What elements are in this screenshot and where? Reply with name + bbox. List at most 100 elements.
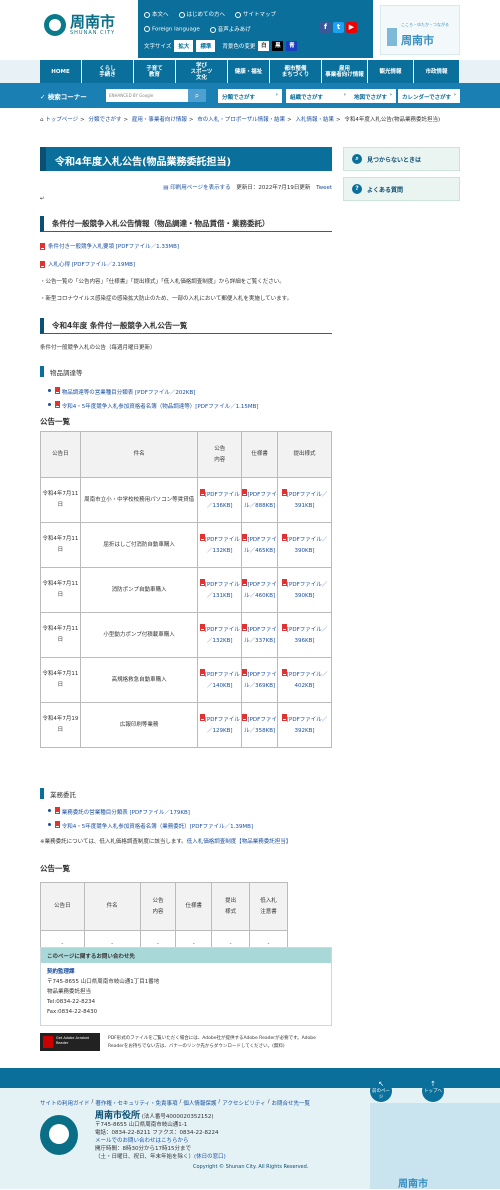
cell-form-pdf[interactable]: [PDFファイル／396KB]	[277, 612, 332, 658]
contact-department: 契約監理課	[47, 969, 75, 975]
cell-spec-pdf[interactable]: [PDFファイル／358KB]	[241, 702, 279, 748]
breadcrumb-bidding[interactable]: 市の入札・プロポーザル情報・結果	[197, 117, 285, 123]
cell-form-pdf[interactable]: [PDFファイル／402KB]	[277, 657, 332, 703]
prev-page-button[interactable]: ↖ 前のページ	[370, 1080, 392, 1102]
bg-white-button[interactable]: 白	[258, 41, 270, 51]
search-by-calendar[interactable]: カレンダーでさがす	[398, 89, 460, 103]
table-row: 令和4年7月11日 屈折はしご付消防自動車購入 [PDFファイル／132KB] [PD…	[40, 522, 332, 568]
cell-notice-pdf[interactable]: [PDFファイル／140KB]	[197, 657, 243, 703]
nav-education[interactable]: 子育て 教育	[134, 60, 176, 83]
search-by-map[interactable]: 地図でさがす	[350, 89, 396, 103]
cell-title: 小型動力ポンプ付積載車購入	[79, 612, 199, 658]
cell-form-pdf[interactable]: [PDFファイル／391KB]	[277, 477, 332, 523]
footer-link-privacy[interactable]: 個人情報保護	[183, 1099, 216, 1107]
cell-spec-pdf[interactable]: [PDFファイル／460KB]	[241, 567, 279, 613]
cell-notice-pdf[interactable]: [PDFファイル／129KB]	[197, 702, 243, 748]
copyright: Copyright © Shunan City. All Rights Rese…	[193, 1164, 309, 1170]
footer-link-accessibility[interactable]: アクセシビリティ	[222, 1099, 265, 1107]
low-bid-link[interactable]: 低入札価格調査制度【物品業務委託担当】	[187, 839, 292, 845]
pdf-icon	[281, 668, 287, 676]
nav-urban[interactable]: 都市整備 まちづくり	[270, 60, 322, 83]
goods-link-1[interactable]: 物品調達等の営業種目分類表 [PDFファイル／202KB]	[40, 387, 332, 396]
cell-title: 広報印刷等業務	[79, 702, 199, 748]
main-content: 令和4年度入札公告(物品業務委託担当) ▤ 印刷用ページを表示する 更新日：20…	[40, 147, 332, 959]
footer-mail-link[interactable]: メールでのお問い合わせはこちらから	[95, 1138, 189, 1144]
sidebar: ⌕ 見つからないときは ? よくある質問	[343, 147, 460, 207]
page-top-button[interactable]: ↑ トップへ	[422, 1080, 444, 1102]
footer-tel: 電話：0834-22-8211 ファクス：0834-22-8224	[95, 1130, 219, 1136]
twitter-icon[interactable]: t	[333, 22, 344, 33]
col-spec: 仕様書	[175, 882, 213, 931]
pdf-link-rules[interactable]: 入札心得 [PDFファイル／2.19MB]	[40, 260, 332, 268]
tweet-link[interactable]: Tweet	[316, 185, 332, 191]
nav-living[interactable]: くらし 手続き	[82, 60, 134, 83]
breadcrumb-bid-info[interactable]: 入札情報・結果	[296, 117, 335, 123]
breadcrumb-category[interactable]: 分類でさがす	[89, 117, 122, 123]
nav-culture[interactable]: 学び スポーツ 文化	[176, 60, 228, 83]
search-by-organization[interactable]: 組織でさがす	[286, 89, 350, 103]
cell-form-pdf[interactable]: [PDFファイル／390KB]	[277, 522, 332, 568]
cell-notice-pdf[interactable]: [PDFファイル／136KB]	[197, 477, 243, 523]
pdf-icon	[40, 260, 45, 268]
nav-home[interactable]: HOME	[40, 60, 82, 83]
cell-form-pdf[interactable]: [PDFファイル／392KB]	[277, 702, 332, 748]
nav-tourism[interactable]: 観光情報	[368, 60, 414, 83]
shield-icon	[178, 11, 185, 18]
cell-spec-pdf[interactable]: [PDFファイル／337KB]	[241, 612, 279, 658]
footer-closed: （土・日曜日、祝日、年末年始を除く）	[95, 1154, 195, 1160]
search-by-category[interactable]: 分類でさがす	[218, 89, 282, 103]
nav-business[interactable]: 雇用 事業者向け情報	[322, 60, 368, 83]
nav-city-govt[interactable]: 市政情報	[414, 60, 460, 83]
page-meta: ▤ 印刷用ページを表示する 更新日：2022年7月19日更新 Tweet	[40, 183, 332, 191]
breadcrumb: ⌂ トップページ > 分類でさがす > 雇用・事業者向け情報 > 市の入札・プロポーザ…	[40, 117, 441, 123]
footer-link-copyright[interactable]: 著作権・セキュリティ・免責事項	[95, 1099, 177, 1107]
foreign-language-link[interactable]: Foreign language	[144, 25, 200, 32]
footer-city-office: 周南市役所	[95, 1111, 141, 1121]
cell-spec-pdf[interactable]: [PDFファイル／465KB]	[241, 522, 279, 568]
skip-to-content-link[interactable]: 本文へ	[144, 10, 169, 18]
voice-reader-link[interactable]: 音声よみあげ	[209, 25, 251, 33]
cell-spec-pdf[interactable]: [PDFファイル／888KB]	[241, 477, 279, 523]
font-standard-button[interactable]: 標準	[196, 40, 216, 52]
first-time-link[interactable]: はじめての方へ	[178, 10, 225, 18]
print-link[interactable]: ▤ 印刷用ページを表示する	[163, 185, 230, 191]
site-logo[interactable]: 周南市 SHUNAN CITY	[44, 14, 115, 36]
nav-welfare[interactable]: 健康・福祉	[228, 60, 270, 83]
not-found-link[interactable]: ⌕ 見つからないときは	[343, 147, 460, 171]
adobe-reader-badge[interactable]: Get Adobe Acrobat Reader	[40, 1033, 100, 1051]
pdf-link-guidelines[interactable]: 条件付き一般競争入札要領 [PDFファイル／1.33MB]	[40, 242, 332, 250]
service-link-1[interactable]: 業務委託の営業種目分類表 [PDFファイル／179KB]	[40, 807, 332, 816]
table-row: 令和4年7月11日 小型動力ポンプ付積載車購入 [PDFファイル／132KB] [PD…	[40, 612, 332, 658]
cell-notice-pdf[interactable]: [PDFファイル／132KB]	[197, 612, 243, 658]
breadcrumb-top[interactable]: トップページ	[45, 117, 78, 123]
cell-date: 令和4年7月11日	[40, 612, 81, 658]
sitemap-link[interactable]: サイトマップ	[235, 10, 276, 18]
goods-link-2[interactable]: 令和4・5年度競争入札参加資格者名簿（物品調達等）[PDFファイル／1.15MB…	[40, 401, 332, 410]
footer-link-contacts[interactable]: お問合せ先一覧	[272, 1099, 311, 1107]
brand-name: 周南市	[401, 34, 434, 47]
search-input[interactable]: ENHANCED BY Google	[106, 89, 188, 102]
footer-address: 〒745-8655 山口県周南市岐山通1-1	[95, 1122, 188, 1128]
search-icon[interactable]: ⌕	[188, 89, 206, 102]
cell-form-pdf[interactable]: [PDFファイル／390KB]	[277, 567, 332, 613]
cell-notice-pdf[interactable]: [PDFファイル／132KB]	[197, 522, 243, 568]
bg-black-button[interactable]: 黒	[272, 41, 284, 51]
faq-link[interactable]: ? よくある質問	[343, 177, 460, 201]
breadcrumb-business[interactable]: 雇用・事業者向け情報	[132, 117, 187, 123]
cell-notice-pdf[interactable]: [PDFファイル／131KB]	[197, 567, 243, 613]
site-footer: サイトの利用ガイド / 著作権・セキュリティ・免責事項 / 個人情報保護 / アクセシ…	[0, 1068, 500, 1190]
pdf-icon	[199, 578, 205, 586]
font-large-button[interactable]: 拡大	[174, 40, 194, 52]
service-link-2[interactable]: 令和4・5年度競争入札参加資格者名簿（業務委託）[PDFファイル／1.39MB]	[40, 821, 332, 830]
footer-holiday-link[interactable]: (休日の窓口)	[194, 1154, 226, 1160]
contact-fax: Fax:0834-22-8430	[47, 1009, 98, 1015]
col-form: 提出 様式	[211, 882, 251, 931]
cell-spec-pdf[interactable]: [PDFファイル／369KB]	[241, 657, 279, 703]
facebook-icon[interactable]: f	[320, 22, 331, 33]
table-row: 令和4年7月11日 消防ポンプ自動車購入 [PDFファイル／131KB] [PDFファ…	[40, 567, 332, 613]
bg-blue-button[interactable]: 青	[286, 41, 298, 51]
pdf-icon	[281, 713, 287, 721]
footer-link-guide[interactable]: サイトの利用ガイド	[40, 1099, 90, 1107]
table-header-row: 公告日 件名 公告 内容 仕様書 提出 様式 低入札 注意書	[40, 882, 288, 931]
youtube-icon[interactable]: ▶	[346, 22, 357, 33]
